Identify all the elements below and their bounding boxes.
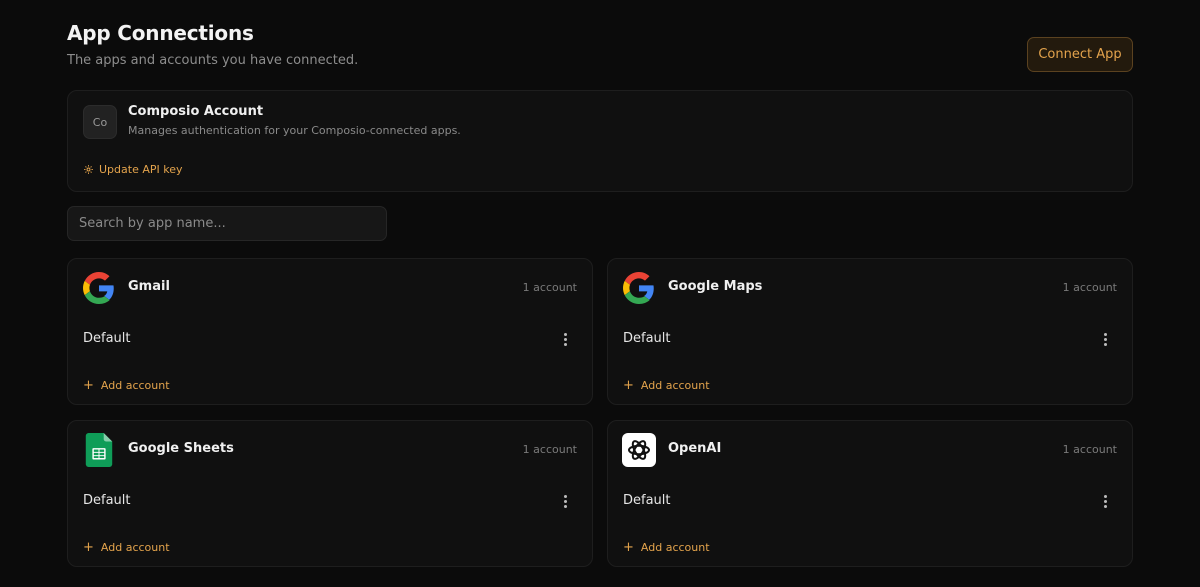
update-api-key-label: Update API key xyxy=(99,163,183,176)
add-account-label: Add account xyxy=(640,379,710,392)
app-name: OpenAI xyxy=(668,441,722,456)
google-g-icon xyxy=(622,271,656,305)
account-label: Default xyxy=(83,331,131,346)
composio-account-description: Manages authentication for your Composio… xyxy=(128,124,461,137)
app-name: Gmail xyxy=(128,279,170,294)
app-name: Google Sheets xyxy=(128,441,234,456)
plus-icon: + xyxy=(623,540,634,555)
account-count: 1 account xyxy=(1062,443,1117,456)
add-account-label: Add account xyxy=(100,541,170,554)
gear-icon xyxy=(84,165,93,174)
app-card-openai: OpenAI 1 account Default + Add account xyxy=(607,420,1133,567)
app-name: Google Maps xyxy=(668,279,763,294)
app-connections-page: App Connections The apps and accounts yo… xyxy=(0,0,1200,587)
composio-account-card: Co Composio Account Manages authenticati… xyxy=(67,90,1133,192)
plus-icon: + xyxy=(623,378,634,393)
openai-icon xyxy=(622,433,656,467)
page-title: App Connections xyxy=(67,21,254,45)
account-count: 1 account xyxy=(522,281,577,294)
account-count: 1 account xyxy=(1062,281,1117,294)
add-account-button[interactable]: + Add account xyxy=(623,541,710,554)
search-input[interactable] xyxy=(67,206,387,241)
google-sheets-icon xyxy=(82,433,116,467)
more-options-icon[interactable] xyxy=(1097,493,1113,509)
more-options-icon[interactable] xyxy=(1097,331,1113,347)
plus-icon: + xyxy=(83,378,94,393)
app-card-google-maps: Google Maps 1 account Default + Add acco… xyxy=(607,258,1133,405)
more-options-icon[interactable] xyxy=(557,331,573,347)
page-subtitle: The apps and accounts you have connected… xyxy=(67,53,359,68)
add-account-button[interactable]: + Add account xyxy=(83,379,170,392)
composio-badge: Co xyxy=(83,105,117,139)
plus-icon: + xyxy=(83,540,94,555)
add-account-label: Add account xyxy=(100,379,170,392)
google-g-icon xyxy=(82,271,116,305)
composio-account-name: Composio Account xyxy=(128,104,264,119)
add-account-button[interactable]: + Add account xyxy=(83,541,170,554)
account-label: Default xyxy=(83,493,131,508)
account-label: Default xyxy=(623,493,671,508)
app-card-gmail: Gmail 1 account Default + Add account xyxy=(67,258,593,405)
add-account-button[interactable]: + Add account xyxy=(623,379,710,392)
account-label: Default xyxy=(623,331,671,346)
add-account-label: Add account xyxy=(640,541,710,554)
account-count: 1 account xyxy=(522,443,577,456)
connect-app-button[interactable]: Connect App xyxy=(1027,37,1133,72)
more-options-icon[interactable] xyxy=(557,493,573,509)
update-api-key-link[interactable]: Update API key xyxy=(83,163,183,176)
app-card-google-sheets: Google Sheets 1 account Default + Add ac… xyxy=(67,420,593,567)
